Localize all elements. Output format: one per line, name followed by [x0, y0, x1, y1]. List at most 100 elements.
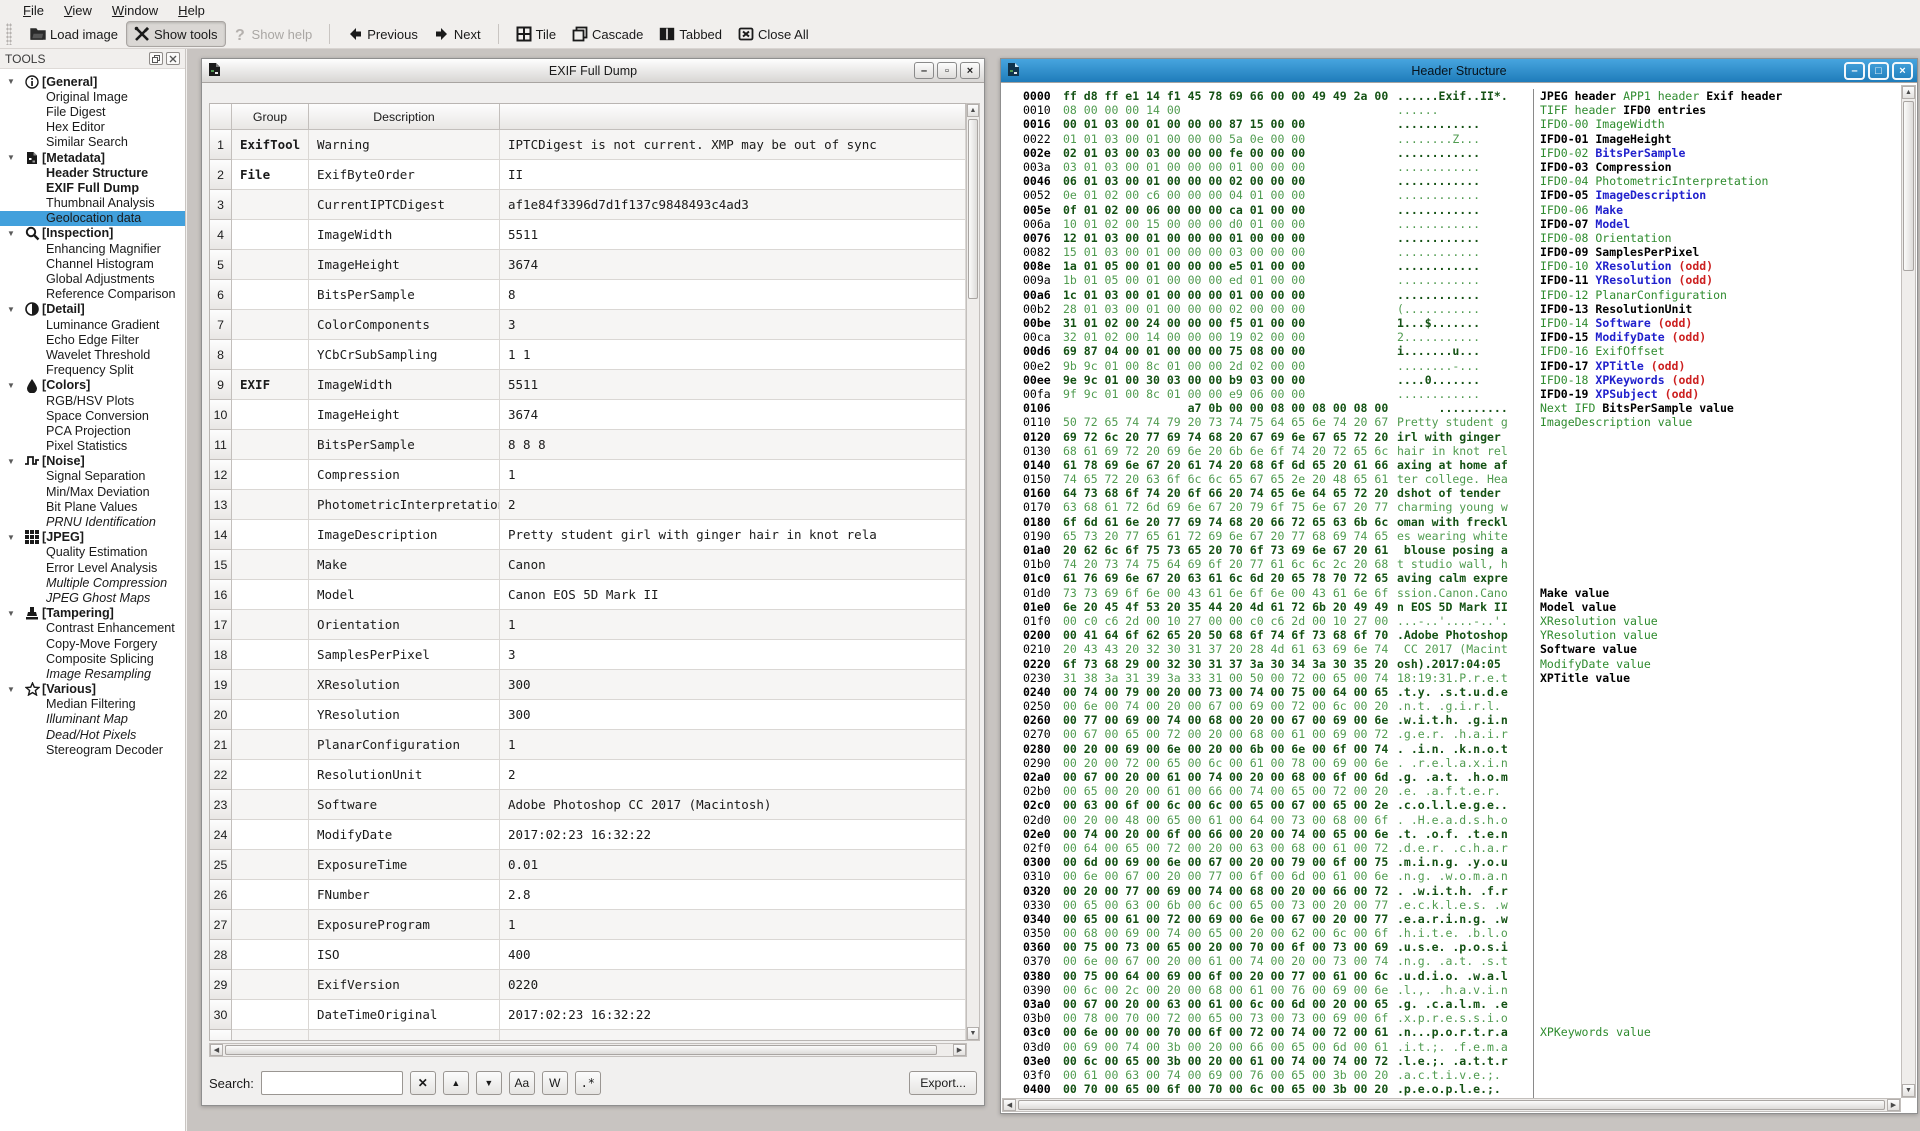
hex-line[interactable]: 005e 0f 01 02 00 06 00 00 00 ca 01 00 00..…	[1023, 203, 1508, 217]
column-header-description[interactable]: Description	[309, 104, 500, 130]
hex-line[interactable]: 02e0 00 74 00 20 00 6f 00 66 00 20 00 74 0…	[1023, 827, 1508, 841]
hex-hscroll-thumb[interactable]	[1018, 1100, 1885, 1110]
table-row[interactable]: 19 XResolution 300	[210, 670, 966, 700]
hex-line[interactable]: 0370 00 6e 00 67 00 20 00 61 00 74 00 20 0…	[1023, 954, 1508, 968]
hex-line[interactable]: 0360 00 75 00 73 00 65 00 20 00 70 00 6f 0…	[1023, 940, 1508, 954]
hex-line[interactable]: 0260 00 77 00 69 00 74 00 68 00 20 00 67 0…	[1023, 713, 1508, 727]
hex-line[interactable]: 0240 00 74 00 79 00 20 00 73 00 74 00 75 0…	[1023, 685, 1508, 699]
header-window-titlebar[interactable]: Header Structure – □ ×	[1001, 59, 1917, 83]
sidebar-item-file-digest[interactable]: File Digest	[0, 104, 185, 119]
hex-line[interactable]: 0106 a7 0b 00 00 08 00 08 00 08 00 ......…	[1023, 401, 1508, 415]
table-row[interactable]: 27 ExposureProgram 1	[210, 910, 966, 940]
sidebar-item-median-filtering[interactable]: Median Filtering	[0, 697, 185, 712]
hex-line[interactable]: 03b0 00 78 00 70 00 72 00 65 00 73 00 73 0…	[1023, 1011, 1508, 1025]
sidebar-item-multiple-compression[interactable]: Multiple Compression	[0, 575, 185, 590]
toolbar-drag-handle[interactable]	[6, 23, 12, 45]
hex-line[interactable]: 00a6 1c 01 03 00 01 00 00 00 01 00 00 00..…	[1023, 288, 1508, 302]
sidebar-item-dead-hot-pixels[interactable]: Dead/Hot Pixels	[0, 727, 185, 742]
menu-window[interactable]: Window	[103, 2, 167, 19]
sidebar-item-bit-plane-values[interactable]: Bit Plane Values	[0, 499, 185, 514]
menu-help[interactable]: Help	[169, 2, 214, 19]
table-row[interactable]: 7 ColorComponents 3	[210, 310, 966, 340]
table-row[interactable]: 24 ModifyDate 2017:02:23 16:32:22	[210, 820, 966, 850]
hex-line[interactable]: 0160 64 73 68 6f 74 20 6f 66 20 74 65 6e 6…	[1023, 486, 1508, 500]
previous-button[interactable]: Previous	[339, 21, 426, 47]
hex-line[interactable]: 0016 00 01 03 00 01 00 00 00 87 15 00 00..…	[1023, 117, 1508, 131]
column-header-group[interactable]: Group	[232, 104, 309, 130]
sidebar-item-image-resampling[interactable]: Image Resampling	[0, 666, 185, 681]
table-row[interactable]: 23 Software Adobe Photoshop CC 2017 (Macin…	[210, 790, 966, 820]
close-icon[interactable]: ×	[1892, 61, 1913, 80]
table-row[interactable]: 6 BitsPerSample 8	[210, 280, 966, 310]
sidebar-item-hex-editor[interactable]: Hex Editor	[0, 120, 185, 135]
sidebar-item-composite-splicing[interactable]: Composite Splicing	[0, 651, 185, 666]
tree-section-noise[interactable]: ▼ [Noise]	[0, 454, 185, 469]
collapse-arrow-icon[interactable]: ▼	[0, 533, 22, 542]
tree-section-general[interactable]: ▼ [General]	[0, 74, 185, 89]
table-row[interactable]: 1 ExifTool Warning IPTCDigest is not curren…	[210, 130, 966, 160]
sidebar-item-similar-search[interactable]: Similar Search	[0, 135, 185, 150]
search-prev-icon[interactable]: ▲	[442, 1071, 469, 1095]
hex-line[interactable]: 0300 00 6d 00 69 00 6e 00 67 00 20 00 79 0…	[1023, 855, 1508, 869]
sidebar-item-luminance-gradient[interactable]: Luminance Gradient	[0, 317, 185, 332]
hex-line[interactable]: 02b0 00 65 00 20 00 61 00 66 00 74 00 65 0…	[1023, 784, 1508, 798]
hex-line[interactable]: 0022 01 01 03 00 01 00 00 00 5a 0e 00 00..…	[1023, 132, 1508, 146]
table-row[interactable]: 31 CreateDate2017:02:23 16:32:22	[210, 1030, 966, 1040]
sidebar-item-frequency-split[interactable]: Frequency Split	[0, 363, 185, 378]
hex-line[interactable]: 002e 02 01 03 00 03 00 00 00 fe 00 00 00..…	[1023, 146, 1508, 160]
table-row[interactable]: 9 EXIF ImageWidth 5511	[210, 370, 966, 400]
scroll-right-icon[interactable]: ▶	[1887, 1099, 1900, 1111]
sidebar-item-global-adjustments[interactable]: Global Adjustments	[0, 271, 185, 286]
hex-line[interactable]: 0310 00 6e 00 67 00 20 00 77 00 6f 00 6d 0…	[1023, 869, 1508, 883]
sidebar-item-pixel-statistics[interactable]: Pixel Statistics	[0, 439, 185, 454]
close-panel-icon[interactable]	[166, 52, 180, 65]
hex-line[interactable]: 03a0 00 67 00 20 00 63 00 61 00 6c 00 6d 0…	[1023, 997, 1508, 1011]
menu-view[interactable]: View	[55, 2, 101, 19]
hex-line[interactable]: 01b0 74 20 73 74 75 64 69 6f 20 77 61 6c 6…	[1023, 557, 1508, 571]
hex-line[interactable]: 0350 00 68 00 69 00 74 00 65 00 20 00 62 0…	[1023, 926, 1508, 940]
hex-line[interactable]: 01c0 61 76 69 6e 67 20 63 61 6c 6d 20 65 7…	[1023, 571, 1508, 585]
sidebar-item-reference-comparison[interactable]: Reference Comparison	[0, 287, 185, 302]
table-row[interactable]: 18 SamplesPerPixel 3	[210, 640, 966, 670]
hex-line[interactable]: 0280 00 20 00 69 00 6e 00 20 00 6b 00 6e 0…	[1023, 742, 1508, 756]
scroll-right-icon[interactable]: ▶	[953, 1044, 966, 1056]
hex-line[interactable]: 0340 00 65 00 61 00 72 00 69 00 6e 00 67 0…	[1023, 912, 1508, 926]
collapse-arrow-icon[interactable]: ▼	[0, 685, 22, 694]
scroll-down-icon[interactable]: ▼	[967, 1027, 979, 1040]
table-row[interactable]: 28 ISO 400	[210, 940, 966, 970]
hex-line[interactable]: 0220 6f 73 68 29 00 32 30 31 37 3a 30 34 3…	[1023, 657, 1508, 671]
hex-line[interactable]: 0140 61 78 69 6e 67 20 61 74 20 68 6f 6d 6…	[1023, 458, 1508, 472]
hex-line[interactable]: 0230 31 38 3a 31 39 3a 33 31 00 50 00 72 0…	[1023, 671, 1508, 685]
collapse-arrow-icon[interactable]: ▼	[0, 153, 22, 162]
hex-line[interactable]: 02c0 00 63 00 6f 00 6c 00 6c 00 65 00 67 0…	[1023, 798, 1508, 812]
sidebar-item-pca-projection[interactable]: PCA Projection	[0, 423, 185, 438]
exif-hscroll-thumb[interactable]	[225, 1045, 937, 1055]
hex-line[interactable]: 0190 65 73 20 77 65 61 72 69 6e 67 20 77 6…	[1023, 529, 1508, 543]
export-button[interactable]: Export...	[909, 1071, 977, 1095]
match-case-button[interactable]: Aa	[508, 1071, 535, 1095]
hex-line[interactable]: 03d0 00 69 00 74 00 3b 00 20 00 66 00 65 0…	[1023, 1040, 1508, 1054]
table-row[interactable]: 11 BitsPerSample 8 8 8	[210, 430, 966, 460]
hex-line[interactable]: 009a 1b 01 05 00 01 00 00 00 ed 01 00 00..…	[1023, 273, 1508, 287]
sidebar-item-rgb-hsv-plots[interactable]: RGB/HSV Plots	[0, 393, 185, 408]
hex-line[interactable]: 00ca 32 01 02 00 14 00 00 00 19 02 00 00 2.…	[1023, 330, 1508, 344]
scroll-left-icon[interactable]: ◀	[210, 1044, 223, 1056]
hex-line[interactable]: 0200 00 41 64 6f 62 65 20 50 68 6f 74 6f 7…	[1023, 628, 1508, 642]
load-image-button[interactable]: Load image	[22, 21, 126, 47]
sidebar-item-copy-move-forgery[interactable]: Copy-Move Forgery	[0, 636, 185, 651]
sidebar-item-thumbnail-analysis[interactable]: Thumbnail Analysis	[0, 196, 185, 211]
column-header-index[interactable]	[210, 104, 232, 130]
exif-vscroll-thumb[interactable]	[968, 119, 978, 299]
regex-button[interactable]: .*	[574, 1071, 601, 1095]
table-row[interactable]: 22 ResolutionUnit 2	[210, 760, 966, 790]
hex-line[interactable]: 0380 00 75 00 64 00 69 00 6f 00 20 00 77 0…	[1023, 969, 1508, 983]
hex-line[interactable]: 03c0 00 6e 00 00 00 70 00 6f 00 72 00 74 0…	[1023, 1025, 1508, 1039]
collapse-arrow-icon[interactable]: ▼	[0, 305, 22, 314]
hex-line[interactable]: 03f0 00 61 00 63 00 74 00 69 00 76 00 65 0…	[1023, 1068, 1508, 1082]
whole-word-button[interactable]: W	[541, 1071, 568, 1095]
hex-line[interactable]: 0170 63 68 61 72 6d 69 6e 67 20 79 6f 75 6…	[1023, 500, 1508, 514]
table-row[interactable]: 2 File ExifByteOrder II	[210, 160, 966, 190]
sidebar-item-echo-edge-filter[interactable]: Echo Edge Filter	[0, 332, 185, 347]
hex-line[interactable]: 0250 00 6e 00 74 00 20 00 67 00 69 00 72 0…	[1023, 699, 1508, 713]
sidebar-item-header-structure[interactable]: Header Structure	[0, 165, 185, 180]
